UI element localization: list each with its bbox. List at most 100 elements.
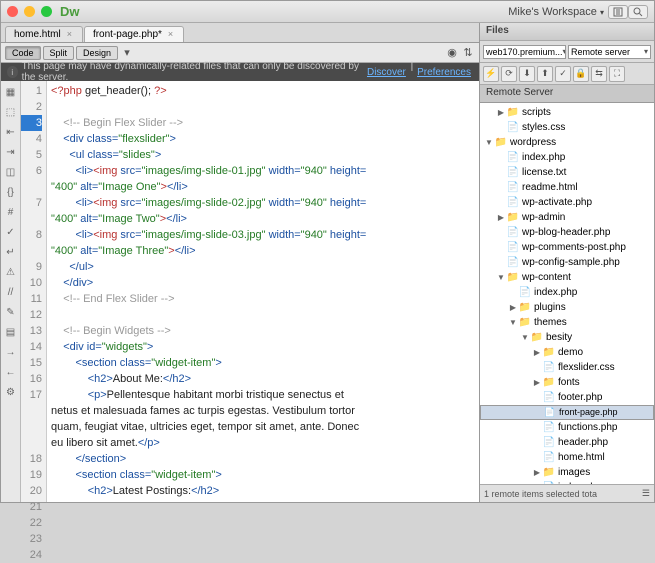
minimize-icon[interactable]: [24, 6, 35, 17]
file-node[interactable]: 📄index.php: [480, 285, 654, 300]
code-line[interactable]: <li><img src="images/img-slide-02.jpg" w…: [51, 195, 479, 211]
code-line[interactable]: <div id="widgets">: [51, 339, 479, 355]
get-file-icon[interactable]: ⬇: [519, 66, 535, 82]
line-number[interactable]: 2: [21, 99, 42, 115]
connect-icon[interactable]: ⚡: [483, 66, 499, 82]
file-node[interactable]: 📄readme.html: [480, 180, 654, 195]
code-line[interactable]: <div class="flexslider">: [51, 131, 479, 147]
design-view-button[interactable]: Design: [76, 46, 118, 60]
folder-node[interactable]: ▶📁fonts: [480, 375, 654, 390]
file-node[interactable]: 📄flexslider.css: [480, 360, 654, 375]
disclosure-triangle-icon[interactable]: ▶: [532, 345, 542, 360]
line-number[interactable]: 24: [21, 547, 42, 563]
folder-node[interactable]: ▶📁demo: [480, 345, 654, 360]
file-node[interactable]: 📄wp-activate.php: [480, 195, 654, 210]
line-number[interactable]: [21, 403, 42, 419]
highlight-invalid-icon[interactable]: ✓: [4, 225, 18, 239]
outdent-icon[interactable]: ←: [4, 365, 18, 379]
line-number[interactable]: 19: [21, 467, 42, 483]
line-number[interactable]: [21, 211, 42, 227]
discover-link[interactable]: Discover: [367, 67, 406, 78]
line-number[interactable]: 16: [21, 371, 42, 387]
show-code-navigator-icon[interactable]: ⬚: [4, 105, 18, 119]
file-node[interactable]: 📄footer.php: [480, 390, 654, 405]
line-number[interactable]: 6: [21, 163, 42, 179]
apply-comment-icon[interactable]: //: [4, 285, 18, 299]
line-number[interactable]: [21, 435, 42, 451]
code-line[interactable]: <li><img src="images/img-slide-01.jpg" w…: [51, 163, 479, 179]
word-wrap-icon[interactable]: ↵: [4, 245, 18, 259]
line-number[interactable]: 5: [21, 147, 42, 163]
put-file-icon[interactable]: ⬆: [537, 66, 553, 82]
code-line[interactable]: netus et malesuada fames ac turpis egest…: [51, 403, 479, 419]
disclosure-triangle-icon[interactable]: ▼: [484, 135, 494, 150]
line-number[interactable]: 11: [21, 291, 42, 307]
folder-node[interactable]: ▼📁themes: [480, 315, 654, 330]
sync-icon[interactable]: ⇆: [591, 66, 607, 82]
line-number[interactable]: 12: [21, 307, 42, 323]
close-icon[interactable]: [7, 6, 18, 17]
line-number[interactable]: 20: [21, 483, 42, 499]
folder-node[interactable]: ▼📁wordpress: [480, 135, 654, 150]
code-line[interactable]: <p>Pellentesque habitant morbi tristique…: [51, 387, 479, 403]
line-number[interactable]: 22: [21, 515, 42, 531]
line-number[interactable]: 8: [21, 227, 42, 243]
close-tab-icon[interactable]: ×: [67, 29, 72, 39]
indent-icon[interactable]: →: [4, 345, 18, 359]
refresh-icon[interactable]: ⟳: [501, 66, 517, 82]
code-line[interactable]: <ul>: [51, 499, 479, 502]
checkin-icon[interactable]: 🔒: [573, 66, 589, 82]
log-icon[interactable]: ☰: [642, 488, 650, 499]
live-view-icon[interactable]: ◉: [445, 46, 459, 60]
disclosure-triangle-icon[interactable]: ▼: [508, 315, 518, 330]
file-node[interactable]: 📄wp-comments-post.php: [480, 240, 654, 255]
code-line[interactable]: "400" alt="Image Two"></li>: [51, 211, 479, 227]
chevron-down-icon[interactable]: ▾: [120, 46, 134, 60]
line-number[interactable]: [21, 179, 42, 195]
line-number[interactable]: 3: [21, 115, 42, 131]
checkout-icon[interactable]: ✓: [555, 66, 571, 82]
workspace-label[interactable]: Mike's Workspace ▾: [508, 6, 604, 18]
line-number[interactable]: 14: [21, 339, 42, 355]
code-line[interactable]: eu libero sit amet.</p>: [51, 435, 479, 451]
files-panel-title[interactable]: Files: [480, 23, 654, 41]
line-numbers-icon[interactable]: #: [4, 205, 18, 219]
folder-node[interactable]: ▶📁wp-admin: [480, 210, 654, 225]
file-node[interactable]: 📄styles.css: [480, 120, 654, 135]
line-number[interactable]: 18: [21, 451, 42, 467]
line-number[interactable]: 21: [21, 499, 42, 515]
file-node[interactable]: 📄license.txt: [480, 165, 654, 180]
file-node[interactable]: 📄front-page.php: [480, 405, 654, 420]
code-line[interactable]: quam, feugiat vitae, ultricies eget, tem…: [51, 419, 479, 435]
line-number[interactable]: 17: [21, 387, 42, 403]
line-number[interactable]: 9: [21, 259, 42, 275]
collapse-icon[interactable]: ⇤: [4, 125, 18, 139]
balance-braces-icon[interactable]: {}: [4, 185, 18, 199]
document-tab[interactable]: home.html×: [5, 26, 83, 42]
line-number[interactable]: [21, 419, 42, 435]
move-css-icon[interactable]: ▤: [4, 325, 18, 339]
format-source-icon[interactable]: ⚙: [4, 385, 18, 399]
zoom-icon[interactable]: [41, 6, 52, 17]
code-line[interactable]: <h2>Latest Postings:</h2>: [51, 483, 479, 499]
line-number[interactable]: 1: [21, 83, 42, 99]
disclosure-triangle-icon[interactable]: ▼: [496, 270, 506, 285]
file-node[interactable]: 📄home.html: [480, 450, 654, 465]
syntax-error-icon[interactable]: ⚠: [4, 265, 18, 279]
file-node[interactable]: 📄index.php: [480, 150, 654, 165]
line-number[interactable]: 4: [21, 131, 42, 147]
file-node[interactable]: 📄wp-blog-header.php: [480, 225, 654, 240]
code-line[interactable]: <?php get_header(); ?>: [51, 83, 479, 99]
document-tab[interactable]: front-page.php*×: [84, 26, 184, 42]
disclosure-triangle-icon[interactable]: ▶: [496, 105, 506, 120]
folder-node[interactable]: ▼📁wp-content: [480, 270, 654, 285]
code-view-button[interactable]: Code: [5, 46, 41, 60]
code-line[interactable]: </div>: [51, 275, 479, 291]
file-node[interactable]: 📄functions.php: [480, 420, 654, 435]
open-documents-icon[interactable]: ▦: [4, 85, 18, 99]
disclosure-triangle-icon[interactable]: ▶: [508, 300, 518, 315]
line-number[interactable]: 15: [21, 355, 42, 371]
line-number[interactable]: 13: [21, 323, 42, 339]
view-select[interactable]: Remote server▾: [568, 45, 651, 59]
search-icon[interactable]: [628, 5, 648, 19]
